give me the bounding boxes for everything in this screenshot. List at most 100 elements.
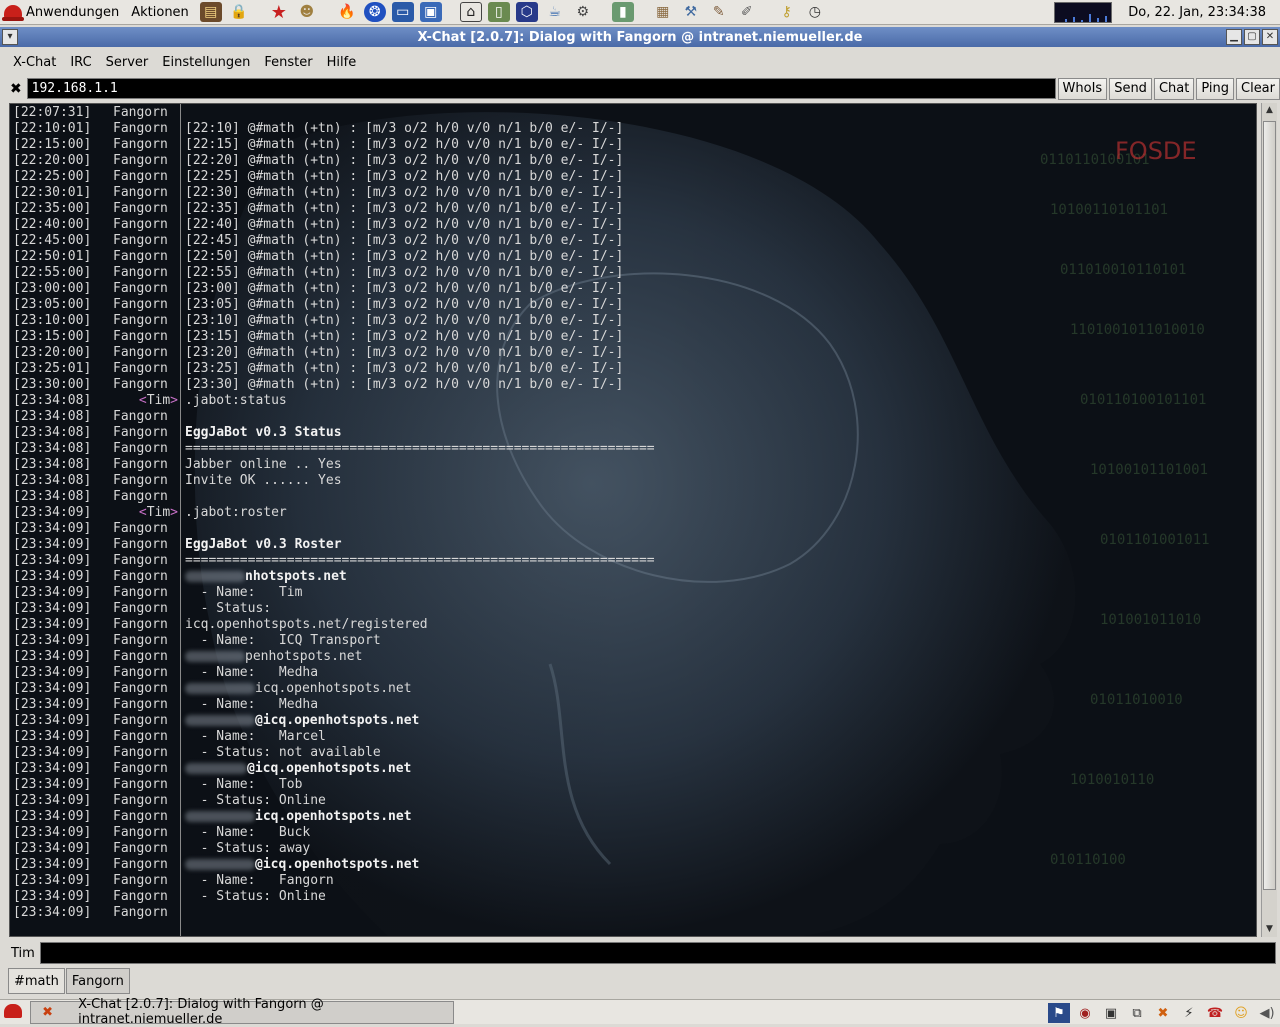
nick[interactable]: <Tim> bbox=[114, 393, 178, 409]
volume-icon[interactable]: ◀) bbox=[1256, 1003, 1278, 1023]
scroll-down-icon[interactable]: ▼ bbox=[1262, 922, 1277, 937]
maximize-button[interactable]: ▢ bbox=[1244, 29, 1260, 45]
firefox-icon[interactable]: 🔥 bbox=[336, 2, 358, 22]
scrollbar-thumb[interactable] bbox=[1263, 121, 1276, 890]
menu-help[interactable]: Hilfe bbox=[320, 55, 364, 70]
nick[interactable]: Fangorn bbox=[113, 137, 175, 153]
lock-icon[interactable]: 🔒 bbox=[228, 2, 250, 22]
nick[interactable]: Fangorn bbox=[113, 569, 175, 585]
nick[interactable]: Fangorn bbox=[113, 745, 175, 761]
nick[interactable]: Fangorn bbox=[113, 697, 175, 713]
device-icon[interactable]: ▯ bbox=[487, 2, 510, 22]
nick[interactable]: Fangorn bbox=[113, 265, 175, 281]
nick[interactable]: Fangorn bbox=[113, 329, 175, 345]
menu-irc[interactable]: IRC bbox=[63, 55, 98, 70]
nick[interactable]: Fangorn bbox=[113, 345, 175, 361]
image-viewer-icon[interactable]: ▣ bbox=[419, 2, 442, 22]
3d-icon[interactable]: ⬡ bbox=[515, 2, 538, 22]
nick[interactable]: Fangorn bbox=[113, 121, 175, 137]
nick[interactable]: Fangorn bbox=[113, 905, 175, 921]
update-icon[interactable]: ☻ bbox=[296, 2, 318, 22]
nick[interactable]: Fangorn bbox=[113, 473, 175, 489]
clock-icon[interactable]: ◷ bbox=[804, 2, 826, 22]
window-titlebar[interactable]: ▾ X-Chat [2.0.7]: Dialog with Fangorn @ … bbox=[0, 27, 1280, 47]
nick[interactable]: Fangorn bbox=[113, 169, 175, 185]
nick[interactable]: Fangorn bbox=[113, 729, 175, 745]
nick[interactable]: Fangorn bbox=[113, 713, 175, 729]
nick[interactable]: Fangorn bbox=[113, 153, 175, 169]
nick[interactable]: Fangorn bbox=[113, 537, 175, 553]
gimp-icon[interactable]: ✎ bbox=[708, 2, 730, 22]
nick[interactable]: Fangorn bbox=[113, 105, 175, 121]
nick[interactable]: Fangorn bbox=[113, 217, 175, 233]
nick[interactable]: Fangorn bbox=[113, 761, 175, 777]
menu-settings[interactable]: Einstellungen bbox=[155, 55, 257, 70]
pen-icon[interactable]: ✐ bbox=[736, 2, 758, 22]
nick[interactable]: Fangorn bbox=[113, 521, 175, 537]
nick[interactable]: Fangorn bbox=[113, 681, 175, 697]
ping-button[interactable]: Ping bbox=[1196, 77, 1234, 100]
nick[interactable]: Fangorn bbox=[113, 489, 175, 505]
nick[interactable]: Fangorn bbox=[113, 825, 175, 841]
send-button[interactable]: Send bbox=[1109, 77, 1152, 100]
nick[interactable]: Fangorn bbox=[113, 249, 175, 265]
nick[interactable]: Fangorn bbox=[113, 665, 175, 681]
nick[interactable]: Fangorn bbox=[113, 457, 175, 473]
star-icon[interactable]: ★ bbox=[268, 2, 290, 23]
mozilla-icon[interactable]: ❂ bbox=[363, 2, 386, 22]
nick[interactable]: Fangorn bbox=[113, 377, 175, 393]
nick[interactable]: Fangorn bbox=[113, 313, 175, 329]
terminal-icon[interactable]: ▭ bbox=[391, 2, 414, 22]
tab-math[interactable]: #math bbox=[8, 968, 65, 994]
nick[interactable]: Fangorn bbox=[113, 281, 175, 297]
nick[interactable]: <Tim> bbox=[114, 505, 178, 521]
message-input[interactable] bbox=[40, 942, 1276, 964]
nick[interactable]: Fangorn bbox=[113, 841, 175, 857]
chat-log[interactable]: 0110110100101 10100110101101 01101001011… bbox=[9, 103, 1257, 937]
notes-icon[interactable]: ▤ bbox=[199, 2, 222, 22]
nick[interactable]: Fangorn bbox=[113, 553, 175, 569]
redhat-icon[interactable] bbox=[4, 1004, 22, 1018]
nick-button[interactable]: Tim bbox=[0, 946, 40, 961]
minimize-button[interactable]: ▁ bbox=[1226, 29, 1242, 45]
menu-xchat[interactable]: X-Chat bbox=[6, 55, 63, 70]
nick[interactable]: Fangorn bbox=[113, 777, 175, 793]
nick[interactable]: Fangorn bbox=[113, 793, 175, 809]
scroll-up-icon[interactable]: ▲ bbox=[1262, 103, 1277, 118]
display-icon[interactable]: ⧉ bbox=[1126, 1003, 1148, 1023]
phone-icon[interactable]: ☎ bbox=[1204, 1003, 1226, 1023]
clear-button[interactable]: Clear bbox=[1236, 77, 1280, 100]
nick[interactable]: Fangorn bbox=[113, 297, 175, 313]
system-monitor-icon[interactable]: ⚙ bbox=[572, 2, 594, 22]
inkscape-icon[interactable]: ⌂ bbox=[459, 2, 482, 22]
nick[interactable]: Fangorn bbox=[113, 361, 175, 377]
network-icon[interactable]: ⚑ bbox=[1048, 1003, 1070, 1023]
nick[interactable]: Fangorn bbox=[113, 409, 175, 425]
menu-server[interactable]: Server bbox=[99, 55, 156, 70]
folder-icon[interactable]: ▦ bbox=[652, 2, 674, 22]
nick[interactable]: Fangorn bbox=[113, 889, 175, 905]
nick[interactable]: Fangorn bbox=[113, 425, 175, 441]
nick[interactable]: Fangorn bbox=[113, 649, 175, 665]
xchat-icon[interactable]: ✖ bbox=[1152, 1003, 1174, 1023]
nick[interactable]: Fangorn bbox=[113, 601, 175, 617]
close-tab-icon[interactable]: ✖ bbox=[7, 79, 25, 99]
network-status-icon[interactable]: ⚡ bbox=[1178, 1003, 1200, 1023]
nick[interactable]: Fangorn bbox=[113, 201, 175, 217]
nick[interactable]: Fangorn bbox=[113, 633, 175, 649]
nick[interactable]: Fangorn bbox=[113, 873, 175, 889]
eye-icon[interactable]: ◉ bbox=[1074, 1003, 1096, 1023]
keys-icon[interactable]: ⚷ bbox=[776, 2, 798, 22]
close-button[interactable]: ✕ bbox=[1262, 29, 1278, 45]
nick[interactable]: Fangorn bbox=[113, 441, 175, 457]
user-icon[interactable]: ☺ bbox=[1230, 1003, 1252, 1023]
window-menu-button[interactable]: ▾ bbox=[2, 29, 18, 45]
network-icon[interactable]: ⚒ bbox=[680, 2, 702, 22]
monitor-icon[interactable]: ▣ bbox=[1100, 1003, 1122, 1023]
chat-scrollbar[interactable]: ▲ ▼ bbox=[1261, 103, 1277, 937]
pda-icon[interactable]: ▮ bbox=[611, 2, 634, 22]
chat-button[interactable]: Chat bbox=[1153, 77, 1195, 100]
applications-menu[interactable]: Anwendungen bbox=[0, 0, 127, 25]
tab-fangorn[interactable]: Fangorn bbox=[65, 968, 130, 994]
nick[interactable]: Fangorn bbox=[113, 185, 175, 201]
